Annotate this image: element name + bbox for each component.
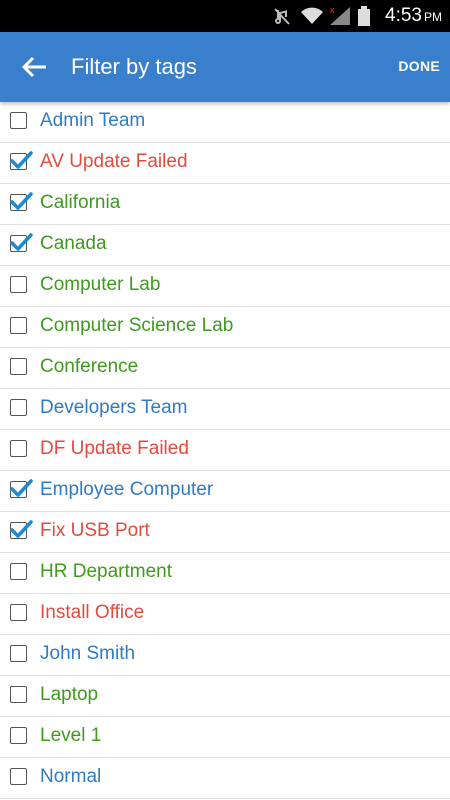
tag-label: Computer Science Lab [40, 315, 234, 336]
tag-checkbox[interactable] [10, 399, 27, 416]
checkmark-icon [10, 192, 33, 210]
tag-checkbox[interactable] [10, 727, 27, 744]
tag-checkbox[interactable] [10, 440, 27, 457]
tag-row[interactable]: Conference [0, 348, 450, 389]
tag-row[interactable]: Canada [0, 225, 450, 266]
tag-label: Conference [40, 356, 139, 377]
tag-row[interactable]: HR Department [0, 553, 450, 594]
battery-icon [358, 6, 370, 26]
tag-checkbox[interactable] [10, 645, 27, 662]
tag-row[interactable]: Laptop [0, 676, 450, 717]
back-arrow-icon[interactable] [20, 52, 50, 82]
tag-row[interactable]: Admin Team [0, 102, 450, 143]
tag-row[interactable]: Install Office [0, 594, 450, 635]
tag-checkbox[interactable] [10, 317, 27, 334]
tag-row[interactable]: Fix USB Port [0, 512, 450, 553]
clock-time: 4:53 [385, 5, 422, 26]
tag-checkbox[interactable] [10, 768, 27, 785]
tag-checkbox[interactable] [10, 604, 27, 621]
tag-row[interactable]: Normal [0, 758, 450, 799]
tag-row[interactable]: DF Update Failed [0, 430, 450, 471]
tag-label: Canada [40, 233, 107, 254]
tag-label: Laptop [40, 684, 99, 705]
tag-label: Admin Team [40, 110, 146, 131]
tag-label: Developers Team [40, 397, 188, 418]
page-title: Filter by tags [71, 54, 197, 79]
tag-row[interactable]: John Smith [0, 635, 450, 676]
tag-checkbox[interactable] [10, 276, 27, 293]
tag-checkbox[interactable] [10, 686, 27, 703]
clock-ampm: PM [424, 10, 442, 24]
tag-label: Install Office [40, 602, 145, 623]
signal-icon: x [330, 6, 350, 25]
app-bar: Filter by tags DONE [0, 32, 450, 102]
tag-row[interactable]: Computer Science Lab [0, 307, 450, 348]
tag-label: California [40, 192, 121, 213]
tag-label: Employee Computer [40, 479, 214, 500]
tag-row[interactable]: Computer Lab [0, 266, 450, 307]
tag-label: John Smith [40, 643, 136, 664]
tag-label: Computer Lab [40, 274, 161, 295]
tag-label: AV Update Failed [40, 151, 188, 172]
tag-row[interactable]: Developers Team [0, 389, 450, 430]
wifi-icon [301, 7, 323, 24]
tag-label: Level 1 [40, 725, 102, 746]
tag-label: DF Update Failed [40, 438, 189, 459]
tag-label: HR Department [40, 561, 172, 582]
done-button[interactable]: DONE [398, 58, 440, 74]
checkmark-icon [10, 233, 33, 251]
tag-checkbox[interactable] [10, 563, 27, 580]
tag-list: Admin Team AV Update Failed California Cana… [0, 102, 450, 799]
checkmark-icon [10, 151, 33, 169]
tag-checkbox[interactable] [10, 112, 27, 129]
checkmark-icon [10, 479, 33, 497]
tag-row[interactable]: Level 1 [0, 717, 450, 758]
tag-row[interactable]: Employee Computer [0, 471, 450, 512]
tag-label: Normal [40, 766, 102, 787]
svg-text:x: x [330, 6, 335, 15]
tag-label: Fix USB Port [40, 520, 150, 541]
tag-checkbox[interactable] [10, 358, 27, 375]
tag-row[interactable]: AV Update Failed [0, 143, 450, 184]
clock: 4:53 PM [385, 5, 442, 27]
status-bar: x 4:53 PM [0, 0, 450, 32]
checkmark-icon [10, 520, 33, 538]
mute-icon [274, 8, 290, 25]
tag-row[interactable]: California [0, 184, 450, 225]
